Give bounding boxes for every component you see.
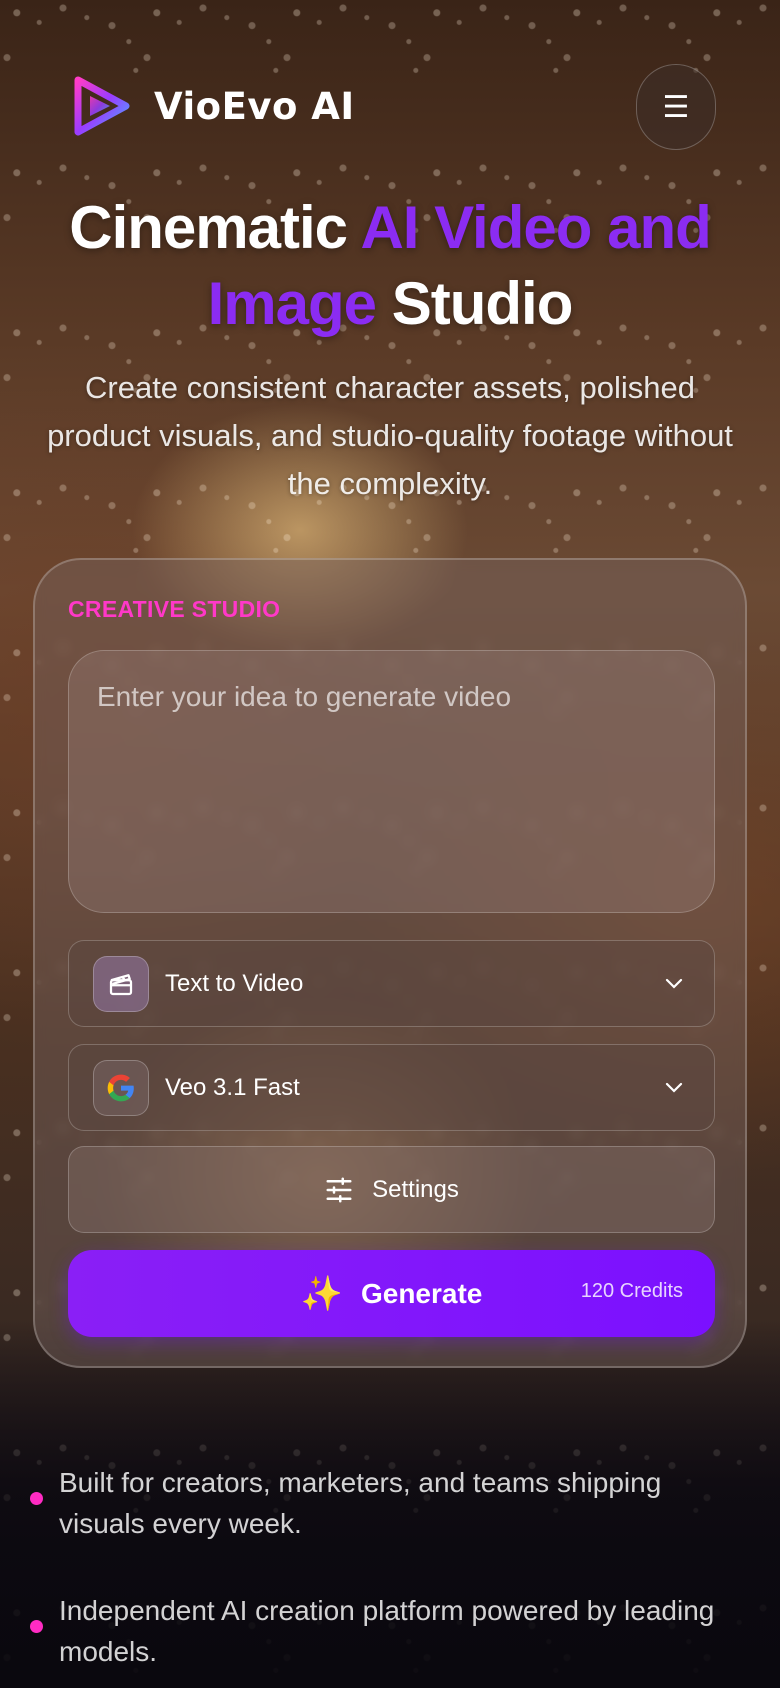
- model-select[interactable]: Veo 3.1 Fast: [68, 1044, 715, 1131]
- settings-label: Settings: [372, 1175, 459, 1203]
- credits-badge: 120 Credits: [580, 1280, 683, 1302]
- generate-button[interactable]: ✨ Generate 120 Credits: [68, 1250, 715, 1337]
- model-select-value: Veo 3.1 Fast: [165, 1073, 300, 1101]
- list-item: Built for creators, marketers, and teams…: [30, 1462, 739, 1544]
- chevron-down-icon: [665, 978, 683, 989]
- prompt-input[interactable]: Enter your idea to generate video: [68, 650, 715, 913]
- bullet-text: Built for creators, marketers, and teams…: [59, 1467, 662, 1539]
- sliders-icon: [326, 1177, 352, 1202]
- mode-select-value: Text to Video: [165, 969, 304, 997]
- hero-title: Cinematic AI Video and Image Studio: [30, 190, 750, 342]
- bullet-dot: [30, 1620, 43, 1633]
- creative-studio-card: CREATIVE STUDIO Enter your idea to gener…: [33, 558, 747, 1368]
- brand-name: VioEvo AI: [154, 84, 355, 128]
- top-header: VioEvo AI ☰: [0, 64, 780, 154]
- chevron-down-icon: [665, 1082, 683, 1093]
- menu-button[interactable]: ☰: [636, 64, 716, 150]
- hero-subtitle: Create consistent character assets, poli…: [47, 370, 733, 501]
- hero-title-part1: Cinematic: [69, 194, 361, 261]
- hamburger-menu-icon: ☰: [662, 90, 690, 124]
- bullet-text: Independent AI creation platform powered…: [59, 1595, 715, 1667]
- google-icon: [93, 1059, 149, 1116]
- hero-title-part2: Studio: [376, 270, 574, 337]
- prompt-placeholder: Enter your idea to generate video: [97, 681, 512, 712]
- list-item: Independent AI creation platform powered…: [30, 1590, 739, 1672]
- play-logo-icon: [74, 76, 130, 136]
- generate-label: Generate: [360, 1277, 483, 1309]
- bullet-dot: [30, 1492, 43, 1505]
- settings-button[interactable]: Settings: [68, 1146, 715, 1233]
- brand[interactable]: VioEvo AI: [68, 74, 355, 138]
- mode-select[interactable]: Text to Video: [68, 940, 715, 1027]
- clapperboard-icon: [93, 955, 149, 1012]
- sparkles-icon: ✨: [300, 1274, 343, 1313]
- studio-label: CREATIVE STUDIO: [68, 596, 281, 622]
